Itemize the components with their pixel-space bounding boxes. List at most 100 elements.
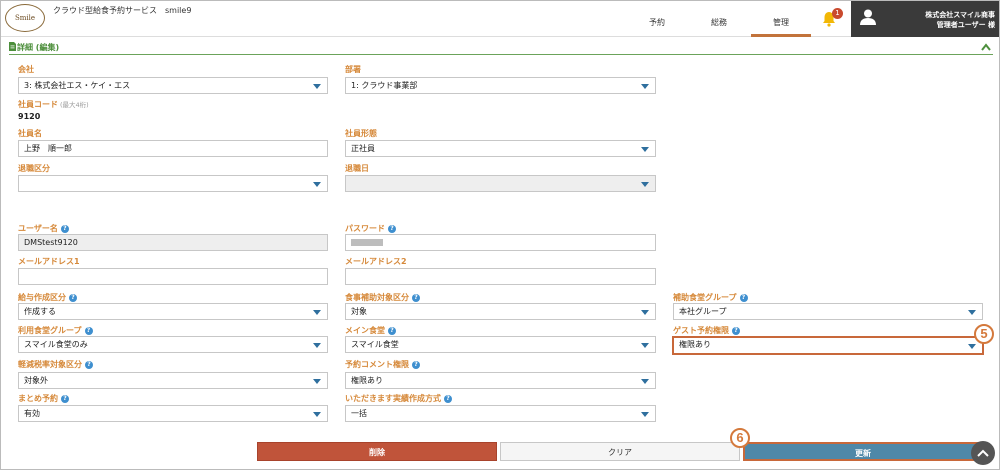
itadakimasu-select[interactable]: 一括 bbox=[345, 405, 656, 422]
reduced-tax-label: 軽減税率対象区分? bbox=[18, 359, 93, 370]
email1-input[interactable] bbox=[18, 268, 328, 285]
dropdown-arrow-icon bbox=[641, 147, 649, 152]
help-icon[interactable]: ? bbox=[69, 293, 77, 302]
help-icon[interactable]: ? bbox=[739, 293, 748, 302]
reduced-tax-select[interactable]: 対象外 bbox=[18, 372, 328, 389]
email2-label: メールアドレス2 bbox=[345, 257, 407, 266]
retirement-class-select[interactable] bbox=[18, 175, 328, 192]
reduced-tax-value: 対象外 bbox=[24, 376, 48, 385]
payroll-class-label-text: 給与作成区分 bbox=[18, 293, 66, 302]
subsidy-group-select[interactable]: 本社グループ bbox=[673, 303, 983, 320]
username-input[interactable]: DMStest9120 bbox=[18, 234, 328, 251]
smile-logo[interactable]: Smile bbox=[5, 4, 45, 32]
dropdown-arrow-icon bbox=[968, 344, 976, 349]
password-input[interactable] bbox=[345, 234, 656, 251]
comment-permission-select[interactable]: 権限あり bbox=[345, 372, 656, 389]
step-5-callout: 5 bbox=[974, 324, 994, 344]
guest-permission-label-text: ゲスト予約権限 bbox=[673, 326, 729, 335]
employee-code-hint: (最大4桁) bbox=[60, 101, 89, 109]
guest-permission-value: 権限あり bbox=[679, 340, 711, 349]
help-icon[interactable]: ? bbox=[412, 293, 420, 302]
meal-subsidy-value: 対象 bbox=[351, 307, 367, 316]
cafeteria-group-value: スマイル食堂のみ bbox=[24, 340, 88, 349]
username-label-text: ユーザー名 bbox=[18, 224, 58, 233]
itadakimasu-label-text: いただきます実績作成方式 bbox=[345, 394, 441, 403]
username-value: DMStest9120 bbox=[24, 238, 78, 247]
retirement-date-label: 退職日 bbox=[345, 164, 369, 173]
company-value: 3: 株式会社エス・ケイ・エス bbox=[24, 81, 131, 90]
help-icon[interactable]: ? bbox=[61, 394, 69, 403]
detail-section-header[interactable]: 詳細 (編集) bbox=[9, 41, 993, 55]
bulk-reservation-value: 有効 bbox=[24, 409, 40, 418]
password-mask bbox=[351, 239, 383, 246]
dropdown-arrow-icon bbox=[641, 84, 649, 89]
payroll-class-select[interactable]: 作成する bbox=[18, 303, 328, 320]
user-avatar-icon bbox=[860, 9, 876, 25]
email2-input[interactable] bbox=[345, 268, 656, 285]
nav-reservation[interactable]: 予約 bbox=[627, 17, 687, 37]
retirement-date-select[interactable] bbox=[345, 175, 656, 192]
comment-permission-label-text: 予約コメント権限 bbox=[345, 360, 409, 369]
clear-button[interactable]: クリア bbox=[500, 442, 740, 461]
employment-type-label: 社員形態 bbox=[345, 129, 377, 138]
subsidy-group-label: 補助食堂グループ? bbox=[673, 292, 748, 303]
user-company: 株式会社スマイル商事 bbox=[925, 11, 995, 19]
scroll-to-top-button[interactable] bbox=[971, 441, 995, 465]
update-button[interactable]: 更新 bbox=[743, 442, 983, 461]
step-6-callout: 6 bbox=[730, 428, 750, 448]
help-icon[interactable]: ? bbox=[412, 360, 420, 369]
employee-code-value: 9120 bbox=[18, 112, 41, 121]
employee-name-input[interactable]: 上野 順一郎 bbox=[18, 140, 328, 157]
main-cafeteria-label: メイン食堂? bbox=[345, 325, 396, 336]
help-icon[interactable]: ? bbox=[85, 360, 93, 369]
password-label: パスワード? bbox=[345, 223, 396, 234]
retirement-class-label: 退職区分 bbox=[18, 164, 50, 173]
help-icon[interactable]: ? bbox=[388, 326, 396, 335]
dropdown-arrow-icon bbox=[641, 182, 649, 187]
dropdown-arrow-icon bbox=[313, 84, 321, 89]
bulk-reservation-label-text: まとめ予約 bbox=[18, 394, 58, 403]
reduced-tax-label-text: 軽減税率対象区分 bbox=[18, 360, 82, 369]
username-label: ユーザー名? bbox=[18, 223, 69, 234]
password-label-text: パスワード bbox=[345, 224, 385, 233]
company-label: 会社 bbox=[18, 65, 34, 74]
department-select[interactable]: 1: クラウド事業部 bbox=[345, 77, 656, 94]
help-icon[interactable]: ? bbox=[444, 394, 452, 403]
bulk-reservation-select[interactable]: 有効 bbox=[18, 405, 328, 422]
employee-code-label-text: 社員コード bbox=[18, 100, 58, 109]
payroll-class-value: 作成する bbox=[24, 307, 56, 316]
email1-label: メールアドレス1 bbox=[18, 257, 80, 266]
meal-subsidy-label-text: 食事補助対象区分 bbox=[345, 293, 409, 302]
meal-subsidy-label: 食事補助対象区分? bbox=[345, 292, 420, 303]
dropdown-arrow-icon bbox=[641, 310, 649, 315]
notification-badge: 1 bbox=[832, 8, 843, 19]
app-window: Smile クラウド型給食予約サービス smile9 予約 総務 管理 1 株式… bbox=[0, 0, 1000, 470]
guest-permission-select[interactable]: 権限あり bbox=[672, 336, 984, 355]
help-icon[interactable]: ? bbox=[84, 326, 93, 335]
nav-general-affairs[interactable]: 総務 bbox=[689, 17, 749, 37]
chevron-up-icon[interactable] bbox=[981, 43, 991, 51]
main-cafeteria-select[interactable]: スマイル食堂 bbox=[345, 336, 656, 353]
employee-name-label: 社員名 bbox=[18, 129, 42, 138]
help-icon[interactable]: ? bbox=[60, 224, 69, 233]
delete-button[interactable]: 削除 bbox=[257, 442, 497, 461]
dropdown-arrow-icon bbox=[313, 379, 321, 384]
help-icon[interactable]: ? bbox=[732, 326, 740, 335]
cafeteria-group-select[interactable]: スマイル食堂のみ bbox=[18, 336, 328, 353]
comment-permission-value: 権限あり bbox=[351, 376, 383, 385]
employment-type-select[interactable]: 正社員 bbox=[345, 140, 656, 157]
dropdown-arrow-icon bbox=[313, 310, 321, 315]
user-menu[interactable]: 株式会社スマイル商事 管理者ユーザー 様 bbox=[851, 1, 999, 37]
employee-code-label: 社員コード (最大4桁) bbox=[18, 99, 89, 110]
main-cafeteria-value: スマイル食堂 bbox=[351, 340, 399, 349]
help-icon[interactable]: ? bbox=[388, 224, 396, 233]
chevron-up-icon bbox=[977, 449, 989, 457]
dropdown-arrow-icon bbox=[968, 310, 976, 315]
company-select[interactable]: 3: 株式会社エス・ケイ・エス bbox=[18, 77, 328, 94]
top-header: Smile クラウド型給食予約サービス smile9 予約 総務 管理 1 株式… bbox=[1, 1, 999, 37]
guest-permission-label: ゲスト予約権限? bbox=[673, 325, 740, 336]
dropdown-arrow-icon bbox=[313, 182, 321, 187]
nav-admin[interactable]: 管理 bbox=[751, 17, 811, 37]
department-value: 1: クラウド事業部 bbox=[351, 81, 418, 90]
meal-subsidy-select[interactable]: 対象 bbox=[345, 303, 656, 320]
